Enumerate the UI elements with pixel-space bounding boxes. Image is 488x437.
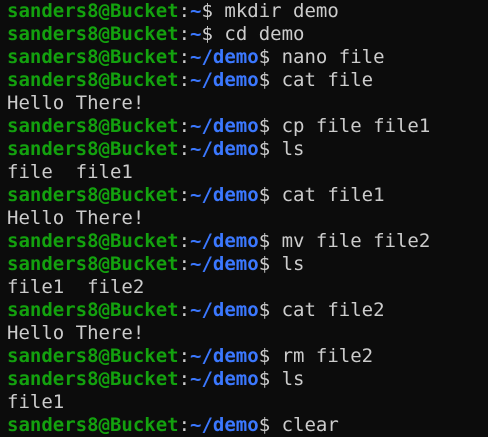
prompt-line: sanders8@Bucket:~/demo$ cat file: [7, 69, 488, 92]
prompt-path: ~/demo: [190, 368, 259, 390]
prompt-user-host: sanders8@Bucket: [7, 0, 179, 22]
prompt-user-host: sanders8@Bucket: [7, 368, 179, 390]
prompt-symbol: $: [258, 299, 282, 321]
prompt-line: sanders8@Bucket:~$ cd demo: [7, 23, 488, 46]
prompt-symbol: $: [258, 69, 282, 91]
terminal-window[interactable]: sanders8@Bucket:~$ mkdir demo sanders8@Bu…: [0, 0, 488, 437]
prompt-line: sanders8@Bucket:~/demo$ rm file2: [7, 345, 488, 368]
prompt-line: sanders8@Bucket:~/demo$ cat file1: [7, 184, 488, 207]
command-text: cp file file1: [281, 115, 431, 137]
prompt-line: sanders8@Bucket:~/demo$ clear: [7, 414, 488, 437]
output-line: Hello There!: [7, 92, 488, 115]
command-text: cat file2: [281, 299, 385, 321]
prompt-line: sanders8@Bucket:~/demo$ ls: [7, 253, 488, 276]
output-line: file1: [7, 391, 488, 414]
command-text: mkdir demo: [224, 0, 339, 22]
prompt-symbol: $: [258, 184, 282, 206]
prompt-path: ~/demo: [190, 299, 259, 321]
prompt-user-host: sanders8@Bucket: [7, 299, 179, 321]
output-line: file1 file2: [7, 276, 488, 299]
prompt-user-host: sanders8@Bucket: [7, 345, 179, 367]
prompt-user-host: sanders8@Bucket: [7, 69, 179, 91]
prompt-separator: :: [178, 253, 191, 275]
prompt-path: ~/demo: [190, 253, 259, 275]
prompt-user-host: sanders8@Bucket: [7, 115, 179, 137]
command-text: cat file: [281, 69, 374, 91]
prompt-path: ~: [190, 23, 202, 45]
output-text: file1: [7, 391, 65, 413]
prompt-line: sanders8@Bucket:~/demo$ nano file: [7, 46, 488, 69]
command-text: nano file: [281, 46, 385, 68]
command-text: mv file file2: [281, 230, 431, 252]
prompt-line: sanders8@Bucket:~$ mkdir demo: [7, 0, 488, 23]
command-text: ls: [281, 368, 305, 390]
prompt-line: sanders8@Bucket:~/demo$ ls: [7, 138, 488, 161]
output-text: Hello There!: [7, 207, 145, 229]
prompt-separator: :: [178, 46, 191, 68]
prompt-line: sanders8@Bucket:~/demo$ ls: [7, 368, 488, 391]
output-text: Hello There!: [7, 92, 145, 114]
prompt-user-host: sanders8@Bucket: [7, 230, 179, 252]
prompt-symbol: $: [258, 253, 282, 275]
prompt-symbol: $: [258, 414, 282, 436]
prompt-user-host: sanders8@Bucket: [7, 184, 179, 206]
prompt-path: ~/demo: [190, 345, 259, 367]
command-text: cd demo: [224, 23, 305, 45]
prompt-path: ~/demo: [190, 184, 259, 206]
output-text: file1 file2: [7, 276, 145, 298]
prompt-separator: :: [178, 23, 191, 45]
prompt-separator: :: [178, 230, 191, 252]
output-line: file file1: [7, 161, 488, 184]
prompt-path: ~/demo: [190, 138, 259, 160]
prompt-separator: :: [178, 138, 191, 160]
prompt-symbol: $: [258, 368, 282, 390]
prompt-separator: :: [178, 368, 191, 390]
output-line: Hello There!: [7, 322, 488, 345]
prompt-separator: :: [178, 0, 191, 22]
prompt-user-host: sanders8@Bucket: [7, 138, 179, 160]
prompt-symbol: $: [258, 115, 282, 137]
prompt-separator: :: [178, 184, 191, 206]
prompt-user-host: sanders8@Bucket: [7, 46, 179, 68]
prompt-symbol: $: [258, 46, 282, 68]
command-text: cat file1: [281, 184, 385, 206]
prompt-symbol: $: [201, 23, 225, 45]
prompt-user-host: sanders8@Bucket: [7, 414, 179, 436]
prompt-path: ~/demo: [190, 115, 259, 137]
output-line: Hello There!: [7, 207, 488, 230]
prompt-user-host: sanders8@Bucket: [7, 253, 179, 275]
command-text: rm file2: [281, 345, 374, 367]
command-text: ls: [281, 138, 305, 160]
prompt-symbol: $: [201, 0, 225, 22]
prompt-separator: :: [178, 414, 191, 436]
prompt-symbol: $: [258, 345, 282, 367]
output-text: file file1: [7, 161, 133, 183]
output-text: Hello There!: [7, 322, 145, 344]
prompt-path: ~/demo: [190, 69, 259, 91]
prompt-separator: :: [178, 299, 191, 321]
prompt-separator: :: [178, 69, 191, 91]
prompt-line: sanders8@Bucket:~/demo$ mv file file2: [7, 230, 488, 253]
prompt-path: ~/demo: [190, 414, 259, 436]
prompt-separator: :: [178, 115, 191, 137]
command-text: ls: [281, 253, 305, 275]
prompt-line: sanders8@Bucket:~/demo$ cp file file1: [7, 115, 488, 138]
prompt-path: ~/demo: [190, 46, 259, 68]
prompt-separator: :: [178, 345, 191, 367]
prompt-line: sanders8@Bucket:~/demo$ cat file2: [7, 299, 488, 322]
prompt-user-host: sanders8@Bucket: [7, 23, 179, 45]
command-text: clear: [281, 414, 339, 436]
prompt-path: ~: [190, 0, 202, 22]
prompt-symbol: $: [258, 230, 282, 252]
prompt-symbol: $: [258, 138, 282, 160]
prompt-path: ~/demo: [190, 230, 259, 252]
